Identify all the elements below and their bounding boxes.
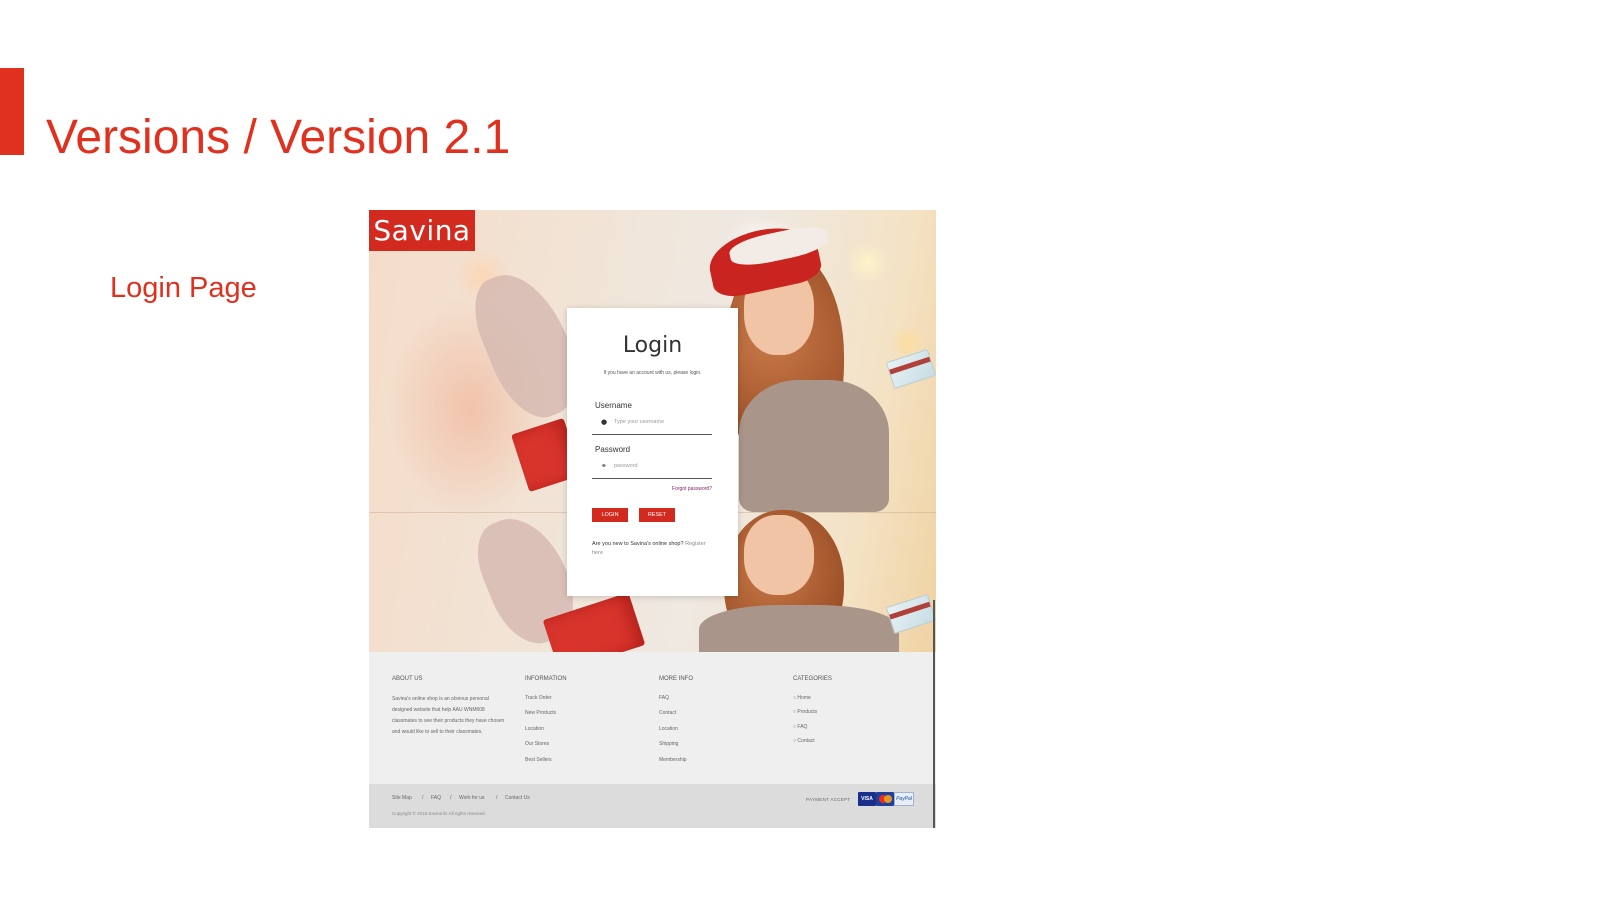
footer-link-contact[interactable]: Contact <box>659 710 676 717</box>
slide-title: Versions / Version 2.1 <box>46 111 511 164</box>
footer-bottom-site-map[interactable]: Site Map <box>392 795 412 802</box>
footer-link-location-2[interactable]: Location <box>659 726 678 733</box>
section-label: Login Page <box>110 272 257 304</box>
footer-category-faq[interactable]: ○ FAQ <box>793 724 807 731</box>
footer-bottom-contact-us[interactable]: Contact Us <box>505 795 530 802</box>
copyright: Copyright © 2018 Savina llc All rights r… <box>392 811 486 816</box>
footer-link-our-stores[interactable]: Our Stores <box>525 741 549 748</box>
footer-link-new-products[interactable]: New Products <box>525 710 556 717</box>
paypal-icon: PayPal <box>894 792 914 806</box>
footer-about-text: Savina's online shop is an obvious perso… <box>392 696 505 735</box>
footer-heading-about: ABOUT US <box>392 676 423 682</box>
separator: / <box>422 795 424 801</box>
footer-link-faq[interactable]: FAQ <box>659 695 669 702</box>
footer-category-home[interactable]: ○ Home <box>793 695 811 702</box>
footer-link-location[interactable]: Location <box>525 726 544 733</box>
footer-bottom-band <box>369 784 936 828</box>
payment-label: PAYMENT ACCEPT <box>806 797 851 802</box>
footer-bottom-faq[interactable]: FAQ <box>431 795 441 802</box>
footer-category-products[interactable]: ○ Products <box>793 709 817 716</box>
footer-category-contact[interactable]: ○ Contact <box>793 738 815 745</box>
footer-heading-categories: CATEGORIES <box>793 676 832 682</box>
scrollbar[interactable] <box>933 600 935 828</box>
category-label: Contact <box>797 738 815 744</box>
footer-link-shipping[interactable]: Shipping <box>659 741 678 748</box>
footer-heading-information: INFORMATION <box>525 676 567 682</box>
slide-accent-bar <box>0 68 24 155</box>
category-label: Home <box>797 695 811 701</box>
footer-link-best-sellers[interactable]: Best Sellers <box>525 757 552 764</box>
separator: / <box>450 795 452 801</box>
footer-heading-more-info: MORE INFO <box>659 676 693 682</box>
footer-link-track-order[interactable]: Track Order <box>525 695 551 702</box>
separator: / <box>496 795 498 801</box>
footer-link-membership[interactable]: Membership <box>659 757 687 764</box>
visa-icon: VISA <box>858 792 876 806</box>
site-footer: ABOUT US Savina's online shop is an obvi… <box>369 210 936 828</box>
footer-bottom-work-for-us[interactable]: Work for us <box>459 795 484 802</box>
category-label: FAQ <box>797 724 808 730</box>
mastercard-icon <box>876 792 894 806</box>
category-label: Products <box>797 709 818 715</box>
